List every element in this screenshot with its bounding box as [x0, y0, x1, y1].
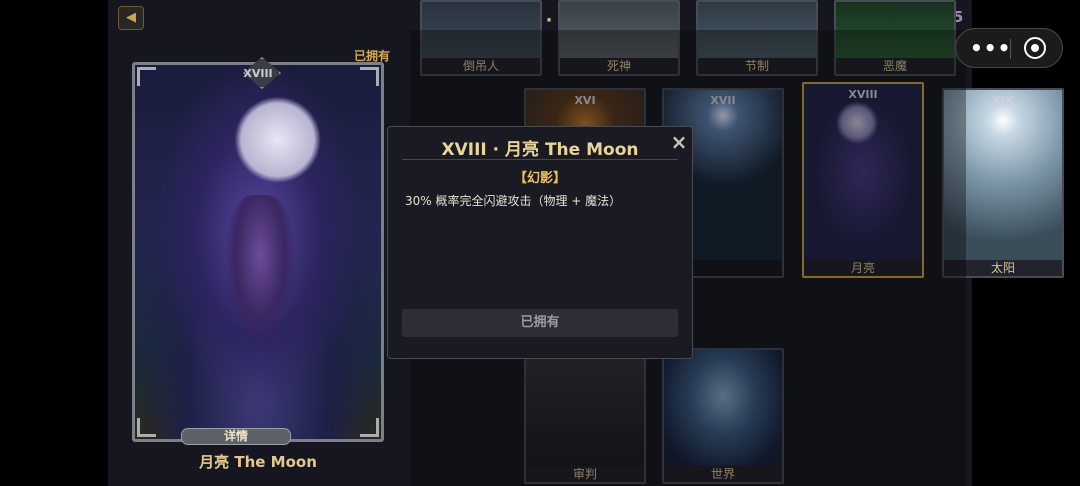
detail-button[interactable]: 详情 [181, 428, 291, 445]
modal-description: 30% 概率完全闪避攻击（物理 + 魔法） [405, 194, 622, 208]
selected-card-art[interactable]: XVIII [132, 57, 384, 442]
miniprogram-capsule: ••• [955, 28, 1063, 68]
close-icon: × [670, 130, 688, 154]
more-dots-icon: ••• [970, 36, 1012, 60]
close-button[interactable]: × [669, 130, 689, 154]
corner-ornament [137, 67, 156, 86]
owned-button[interactable]: 已拥有 [402, 309, 678, 337]
exit-button[interactable] [1024, 37, 1046, 59]
modal-title: XVIII · 月亮 The Moon [441, 140, 639, 160]
corner-ornament [360, 67, 379, 86]
capsule-divider [1010, 39, 1011, 59]
modal-divider [402, 159, 678, 160]
corner-ornament [137, 418, 156, 437]
selected-card-name: 月亮 The Moon [199, 453, 317, 471]
more-button[interactable]: ••• [970, 37, 1010, 59]
moon-figure-art [225, 195, 295, 345]
modal-subtitle: 【幻影】 [513, 171, 566, 186]
corner-ornament [360, 418, 379, 437]
selected-card-roman: XVIII [243, 67, 273, 80]
card-detail-modal: XVIII · 月亮 The Moon × 【幻影】 30% 概率完全闪避攻击（… [387, 126, 693, 359]
